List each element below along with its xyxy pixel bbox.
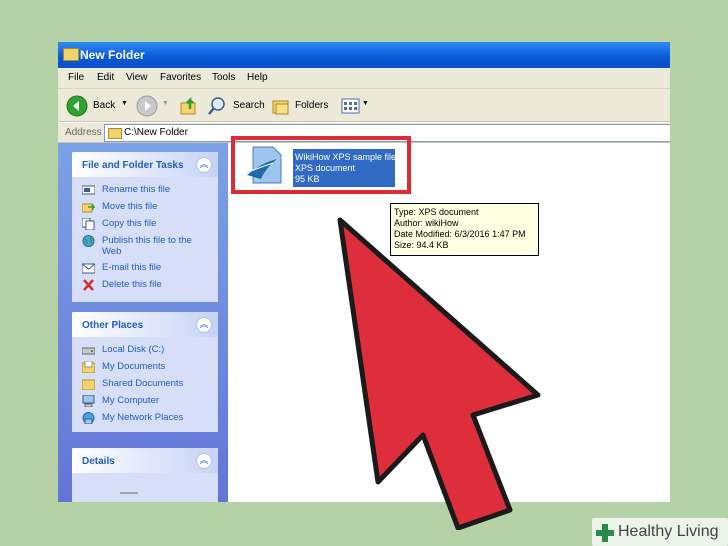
views-button[interactable]: ▼ [340,95,370,117]
views-icon [341,98,360,114]
globe-icon [82,235,95,247]
up-folder-icon [180,96,196,115]
panel-header[interactable]: Details ︽ [72,448,218,473]
menu-favorites[interactable]: Favorites [160,72,201,83]
toolbar: Back ▼ ▼ Search Folders ▼ [58,89,670,122]
rename-icon [82,185,95,195]
title-bar[interactable]: New Folder [58,42,670,68]
task-pane: File and Folder Tasks ︽ Rename this file… [58,143,229,502]
forward-arrow-icon [136,95,158,117]
panel-title: File and Folder Tasks [82,160,184,171]
back-dropdown-icon[interactable]: ▼ [121,100,128,107]
menu-bar: File Edit View Favorites Tools Help [58,68,670,89]
task-label: Move this file [102,201,158,212]
forward-dropdown[interactable]: ▼ [162,95,172,117]
address-value: C:\New Folder [124,127,188,138]
documents-folder-icon [82,361,95,373]
folders-label: Folders [295,100,329,111]
search-label: Search [233,100,265,111]
collapse-chevron-icon[interactable]: ︽ [196,317,212,333]
pointer-arrow-icon [337,217,541,530]
folders-icon [272,100,289,115]
delete-icon [83,279,94,291]
computer-icon [82,395,95,407]
back-button[interactable]: Back ▼ [66,95,132,117]
folders-button[interactable]: Folders [270,95,336,117]
search-icon [208,97,225,115]
panel-header[interactable]: File and Folder Tasks ︽ [72,152,218,177]
up-folder-button[interactable] [178,95,200,117]
back-arrow-icon [66,95,88,117]
menu-edit[interactable]: Edit [97,72,114,83]
place-label: My Computer [102,395,160,406]
place-label: My Documents [102,361,166,372]
search-button[interactable]: Search [206,95,268,117]
copy-icon [82,218,95,230]
task-label: Rename this file [102,184,171,195]
move-icon [82,203,95,213]
task-label: E-mail this file [102,262,162,273]
panel-header[interactable]: Other Places ︽ [72,312,218,337]
email-icon [82,263,95,274]
place-label: Shared Documents [102,378,184,389]
menu-view[interactable]: View [126,72,148,83]
healthy-living-logo-icon [596,524,614,542]
forward-dropdown-icon: ▼ [162,100,169,107]
window-title: New Folder [80,48,145,62]
highlight-box [231,136,411,194]
task-label: Copy this file [102,218,157,229]
collapse-chevron-icon[interactable]: ︽ [196,157,212,173]
place-label: My Network Places [102,412,184,423]
task-label: Delete this file [102,279,162,290]
forward-button[interactable] [136,95,158,117]
network-icon [82,412,95,424]
watermark-text: Healthy Living [618,523,719,540]
back-label: Back [93,100,116,111]
panel-title: Other Places [82,320,144,331]
collapse-chevron-icon[interactable]: ︽ [196,453,212,469]
folder-icon [108,128,122,139]
details-placeholder-icon [120,492,138,494]
menu-help[interactable]: Help [247,72,268,83]
details-panel: Details ︽ [72,448,218,502]
shared-folder-icon [82,379,95,390]
other-places-panel: Other Places ︽ Local Disk (C:) My Docume… [72,312,218,432]
menu-file[interactable]: File [68,72,84,83]
file-folder-tasks-panel: File and Folder Tasks ︽ Rename this file… [72,152,218,302]
address-label: Address [65,127,102,138]
task-label: Publish this file to the Web [102,235,192,257]
folder-icon [63,48,79,61]
views-dropdown-icon: ▼ [362,100,369,107]
disk-icon [82,347,95,355]
place-label: Local Disk (C:) [102,344,165,355]
panel-title: Details [82,456,115,467]
menu-tools[interactable]: Tools [212,72,235,83]
